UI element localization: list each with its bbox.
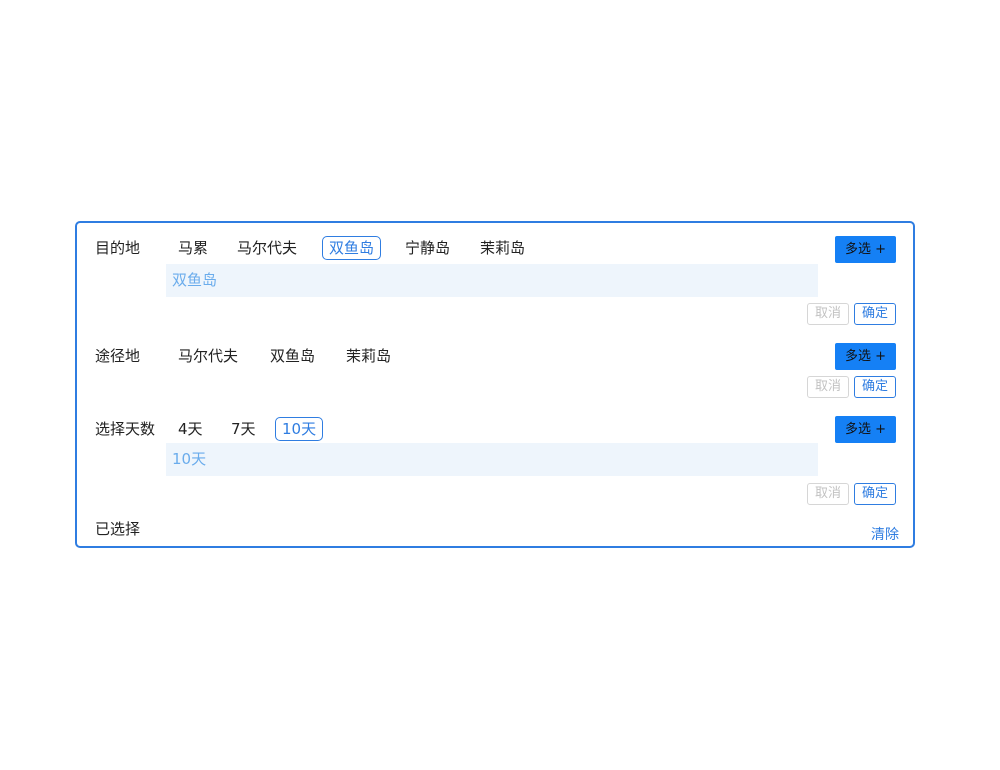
days-option-4[interactable]: 4天 [171, 417, 210, 441]
destination-cancel-button[interactable]: 取消 [807, 303, 849, 325]
destination-option-ningjing-island[interactable]: 宁静岛 [398, 236, 457, 260]
days-multi-select-button[interactable]: 多选 + [835, 416, 896, 443]
route-option-shuangyu-island[interactable]: 双鱼岛 [263, 344, 322, 368]
route-cancel-button[interactable]: 取消 [807, 376, 849, 398]
days-confirm-button[interactable]: 确定 [854, 483, 896, 505]
destination-option-maldives[interactable]: 马尔代夫 [230, 236, 304, 260]
route-confirm-button[interactable]: 确定 [854, 376, 896, 398]
route-option-moli-island[interactable]: 茉莉岛 [339, 344, 398, 368]
destination-label: 目的地 [95, 239, 141, 257]
destination-multi-select-button[interactable]: 多选 + [835, 236, 896, 263]
days-cancel-button[interactable]: 取消 [807, 483, 849, 505]
destination-option-male[interactable]: 马累 [171, 236, 215, 260]
filter-panel: 目的地 马累 马尔代夫 双鱼岛 宁静岛 茉莉岛 多选 + 双鱼岛 取消 确定 途… [75, 221, 915, 548]
days-selected-bar: 10天 [166, 443, 818, 476]
destination-selected-bar: 双鱼岛 [166, 264, 818, 297]
destination-option-moli-island[interactable]: 茉莉岛 [473, 236, 532, 260]
route-multi-select-button[interactable]: 多选 + [835, 343, 896, 370]
selected-label: 已选择 [95, 520, 141, 538]
destination-confirm-button[interactable]: 确定 [854, 303, 896, 325]
route-option-maldives[interactable]: 马尔代夫 [171, 344, 245, 368]
days-option-10[interactable]: 10天 [275, 417, 324, 441]
route-label: 途径地 [95, 347, 141, 365]
clear-link[interactable]: 清除 [871, 524, 899, 544]
destination-option-shuangyu-island[interactable]: 双鱼岛 [322, 236, 382, 260]
days-option-7[interactable]: 7天 [224, 417, 263, 441]
days-label: 选择天数 [95, 420, 156, 438]
